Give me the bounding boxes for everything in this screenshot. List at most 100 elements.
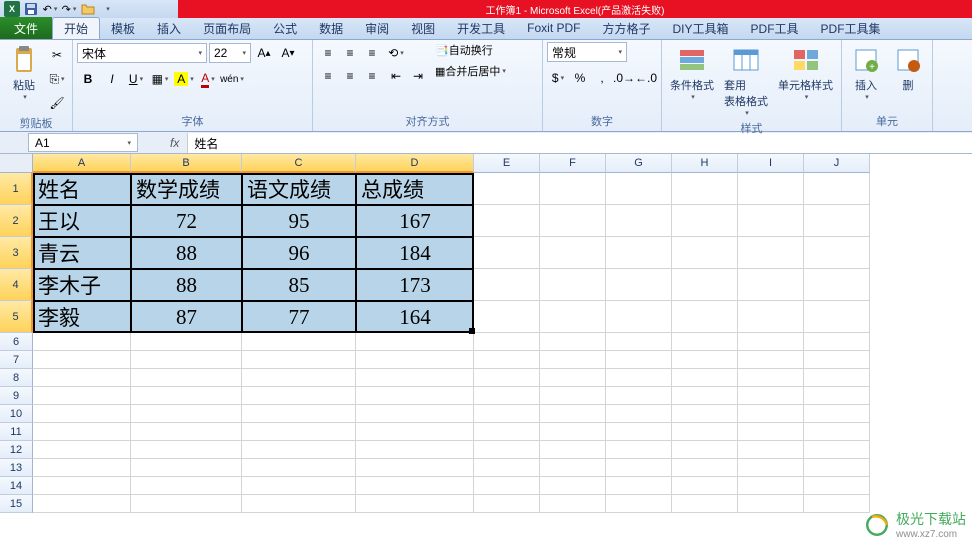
cell-G8[interactable] <box>606 369 672 387</box>
cell-D8[interactable] <box>356 369 474 387</box>
cell-F1[interactable] <box>540 173 606 205</box>
cell-G9[interactable] <box>606 387 672 405</box>
conditional-format-button[interactable]: 条件格式▾ <box>666 42 718 103</box>
cell-I10[interactable] <box>738 405 804 423</box>
cell-E3[interactable] <box>474 237 540 269</box>
row-header-12[interactable]: 12 <box>0 441 33 459</box>
cell-D5[interactable]: 164 <box>356 301 474 333</box>
comma-icon[interactable]: , <box>591 67 613 89</box>
cell-H12[interactable] <box>672 441 738 459</box>
tab-13[interactable]: PDF工具集 <box>810 17 892 39</box>
align-center-icon[interactable]: ≡ <box>339 65 361 87</box>
cell-D14[interactable] <box>356 477 474 495</box>
cell-E9[interactable] <box>474 387 540 405</box>
cell-H6[interactable] <box>672 333 738 351</box>
cell-C11[interactable] <box>242 423 356 441</box>
cell-C13[interactable] <box>242 459 356 477</box>
font-size-select[interactable]: 22▾ <box>209 43 251 63</box>
number-format-select[interactable]: 常规▾ <box>547 42 627 62</box>
copy-icon[interactable]: ⎘▾ <box>46 68 68 90</box>
cell-A4[interactable]: 李木子 <box>33 269 131 301</box>
cell-H11[interactable] <box>672 423 738 441</box>
cell-F13[interactable] <box>540 459 606 477</box>
cell-E5[interactable] <box>474 301 540 333</box>
cell-J7[interactable] <box>804 351 870 369</box>
cell-E2[interactable] <box>474 205 540 237</box>
cell-B9[interactable] <box>131 387 242 405</box>
currency-icon[interactable]: $▾ <box>547 67 569 89</box>
cells-area[interactable]: 姓名数学成绩语文成绩总成绩王以7295167青云8896184李木子888517… <box>33 173 870 513</box>
cell-A2[interactable]: 王以 <box>33 205 131 237</box>
cell-G3[interactable] <box>606 237 672 269</box>
cell-J4[interactable] <box>804 269 870 301</box>
bold-button[interactable]: B <box>77 68 99 90</box>
col-header-G[interactable]: G <box>606 154 672 173</box>
insert-cells-button[interactable]: +插入▾ <box>846 42 886 103</box>
decrease-decimal-icon[interactable]: ←.0 <box>635 67 657 89</box>
cell-B7[interactable] <box>131 351 242 369</box>
cell-C9[interactable] <box>242 387 356 405</box>
cell-F4[interactable] <box>540 269 606 301</box>
cell-H3[interactable] <box>672 237 738 269</box>
cell-C4[interactable]: 85 <box>242 269 356 301</box>
save-icon[interactable] <box>23 1 39 17</box>
select-all-corner[interactable] <box>0 154 33 173</box>
cell-B12[interactable] <box>131 441 242 459</box>
fx-icon[interactable]: fx <box>170 136 179 150</box>
align-bottom-icon[interactable]: ≡ <box>361 42 383 64</box>
cell-C7[interactable] <box>242 351 356 369</box>
row-header-1[interactable]: 1 <box>0 173 33 205</box>
paste-button[interactable]: 粘贴 ▾ <box>4 42 44 103</box>
cell-E1[interactable] <box>474 173 540 205</box>
underline-button[interactable]: U▾ <box>125 68 147 90</box>
row-header-6[interactable]: 6 <box>0 333 33 351</box>
row-header-3[interactable]: 3 <box>0 237 33 269</box>
cell-D9[interactable] <box>356 387 474 405</box>
cell-F10[interactable] <box>540 405 606 423</box>
redo-icon[interactable]: ↷▾ <box>61 1 77 17</box>
phonetic-button[interactable]: wén▾ <box>221 68 243 90</box>
cell-H13[interactable] <box>672 459 738 477</box>
row-header-5[interactable]: 5 <box>0 301 33 333</box>
align-top-icon[interactable]: ≡ <box>317 42 339 64</box>
cell-I12[interactable] <box>738 441 804 459</box>
cell-C1[interactable]: 语文成绩 <box>242 173 356 205</box>
cell-C5[interactable]: 77 <box>242 301 356 333</box>
cell-A11[interactable] <box>33 423 131 441</box>
tab-4[interactable]: 公式 <box>262 17 308 39</box>
cell-A1[interactable]: 姓名 <box>33 173 131 205</box>
name-box[interactable]: A1▾ <box>28 133 138 152</box>
cell-J1[interactable] <box>804 173 870 205</box>
row-header-7[interactable]: 7 <box>0 351 33 369</box>
cell-G10[interactable] <box>606 405 672 423</box>
cut-icon[interactable]: ✂ <box>46 44 68 66</box>
cell-G11[interactable] <box>606 423 672 441</box>
cell-D1[interactable]: 总成绩 <box>356 173 474 205</box>
cell-G5[interactable] <box>606 301 672 333</box>
cell-F2[interactable] <box>540 205 606 237</box>
tab-7[interactable]: 视图 <box>400 17 446 39</box>
cell-B4[interactable]: 88 <box>131 269 242 301</box>
cell-E4[interactable] <box>474 269 540 301</box>
cell-I6[interactable] <box>738 333 804 351</box>
merge-center-button[interactable]: ▦ 合并后居中▾ <box>435 63 506 79</box>
cell-J8[interactable] <box>804 369 870 387</box>
cell-I7[interactable] <box>738 351 804 369</box>
cell-E10[interactable] <box>474 405 540 423</box>
tab-10[interactable]: 方方格子 <box>592 17 662 39</box>
cell-F6[interactable] <box>540 333 606 351</box>
tab-8[interactable]: 开发工具 <box>446 17 516 39</box>
open-icon[interactable] <box>80 1 96 17</box>
decrease-font-icon[interactable]: A▾ <box>277 42 299 64</box>
col-header-B[interactable]: B <box>131 154 242 173</box>
cell-G4[interactable] <box>606 269 672 301</box>
cell-G14[interactable] <box>606 477 672 495</box>
cell-D2[interactable]: 167 <box>356 205 474 237</box>
cell-I15[interactable] <box>738 495 804 513</box>
cell-H8[interactable] <box>672 369 738 387</box>
cell-J15[interactable] <box>804 495 870 513</box>
col-header-D[interactable]: D <box>356 154 474 173</box>
cell-B6[interactable] <box>131 333 242 351</box>
cell-E11[interactable] <box>474 423 540 441</box>
cell-E8[interactable] <box>474 369 540 387</box>
